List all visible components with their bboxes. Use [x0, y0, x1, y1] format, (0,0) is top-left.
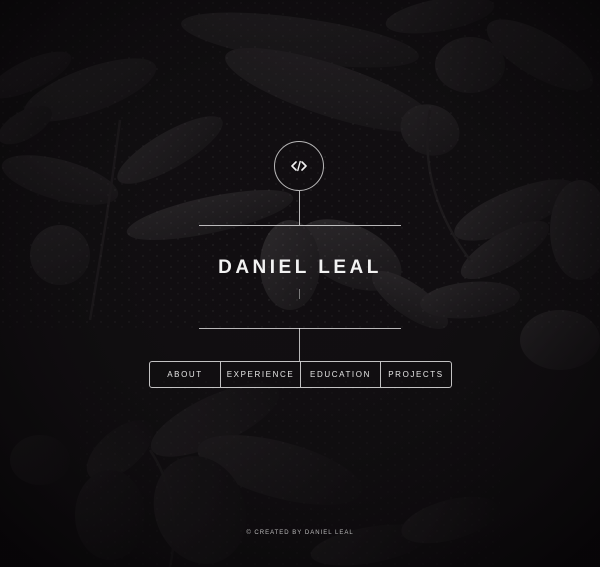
- page-title: DANIEL LEAL: [218, 257, 382, 278]
- connector-line-bottom: [299, 328, 300, 361]
- connector-line-top: [299, 191, 300, 225]
- nav-item-experience[interactable]: EXPERIENCE: [220, 362, 300, 387]
- logo-button[interactable]: [274, 141, 324, 191]
- nav-item-projects[interactable]: PROJECTS: [380, 362, 451, 387]
- nav-item-about[interactable]: ABOUT: [150, 362, 220, 387]
- code-brackets-icon: [291, 160, 307, 172]
- divider-top: [199, 225, 401, 226]
- nav-item-education[interactable]: EDUCATION: [300, 362, 380, 387]
- divider-bottom: [199, 328, 401, 329]
- footer-credit: © CREATED BY DANIEL LEAL: [246, 530, 354, 536]
- hero-section: DANIEL LEAL ABOUT EXPERIENCE EDUCATION P…: [0, 0, 600, 567]
- main-nav: ABOUT EXPERIENCE EDUCATION PROJECTS: [149, 361, 452, 388]
- connector-line-mid: [299, 289, 300, 299]
